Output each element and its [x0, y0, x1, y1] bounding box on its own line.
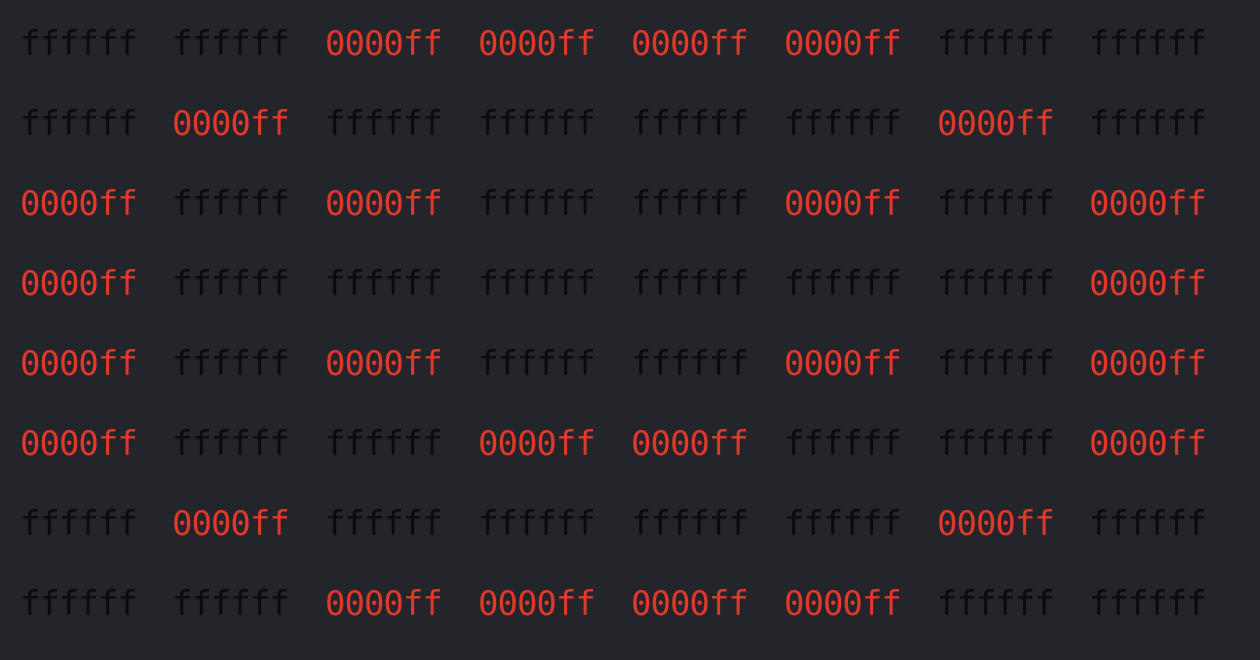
hex-cell: ffffff [1089, 104, 1207, 144]
hex-cell: ffffff [20, 104, 138, 144]
hex-cell: 0000ff [478, 424, 596, 464]
hex-cell: ffffff [937, 24, 1055, 64]
hex-cell: ffffff [478, 104, 596, 144]
hex-cell: 0000ff [631, 424, 749, 464]
hex-cell: ffffff [172, 424, 290, 464]
hex-cell: ffffff [631, 504, 749, 544]
hex-cell: ffffff [478, 184, 596, 224]
hex-cell: ffffff [20, 504, 138, 544]
hex-cell: ffffff [172, 344, 290, 384]
hex-cell: ffffff [784, 504, 902, 544]
hex-cell: ffffff [325, 104, 443, 144]
hex-cell: 0000ff [784, 184, 902, 224]
hex-cell: ffffff [172, 584, 290, 624]
hex-cell: 0000ff [20, 184, 138, 224]
hex-cell: ffffff [1089, 24, 1207, 64]
hex-cell: ffffff [478, 344, 596, 384]
hex-cell: 0000ff [937, 504, 1055, 544]
hex-cell: 0000ff [20, 424, 138, 464]
hex-cell: ffffff [172, 264, 290, 304]
hex-cell: 0000ff [325, 344, 443, 384]
hex-cell: 0000ff [172, 504, 290, 544]
hex-cell: ffffff [20, 24, 138, 64]
hex-cell: ffffff [937, 584, 1055, 624]
hex-cell: 0000ff [784, 24, 902, 64]
hex-cell: ffffff [631, 184, 749, 224]
hex-cell: 0000ff [784, 584, 902, 624]
hex-cell: 0000ff [20, 344, 138, 384]
hex-cell: 0000ff [20, 264, 138, 304]
hex-cell: ffffff [784, 104, 902, 144]
hex-cell: ffffff [631, 104, 749, 144]
hex-cell: 0000ff [325, 584, 443, 624]
hex-cell: ffffff [478, 504, 596, 544]
hex-cell: 0000ff [325, 24, 443, 64]
hex-cell: 0000ff [478, 24, 596, 64]
hex-cell: 0000ff [631, 24, 749, 64]
hex-cell: 0000ff [325, 184, 443, 224]
hex-cell: 0000ff [1089, 344, 1207, 384]
hex-cell: 0000ff [937, 104, 1055, 144]
hex-cell: ffffff [937, 264, 1055, 304]
hex-cell: ffffff [172, 24, 290, 64]
hex-cell: ffffff [631, 264, 749, 304]
hex-cell: ffffff [937, 424, 1055, 464]
hex-cell: ffffff [784, 264, 902, 304]
hex-cell: ffffff [784, 424, 902, 464]
hex-cell: ffffff [172, 184, 290, 224]
hex-cell: 0000ff [1089, 424, 1207, 464]
hex-cell: ffffff [1089, 504, 1207, 544]
hex-cell: ffffff [325, 424, 443, 464]
hex-cell: 0000ff [631, 584, 749, 624]
hex-cell: ffffff [20, 584, 138, 624]
hex-color-grid: ffffff ffffff 0000ff 0000ff 0000ff 0000ff ffff… [0, 0, 1260, 660]
hex-cell: ffffff [937, 344, 1055, 384]
hex-cell: 0000ff [784, 344, 902, 384]
hex-cell: ffffff [325, 264, 443, 304]
hex-cell: ffffff [937, 184, 1055, 224]
hex-cell: ffffff [325, 504, 443, 544]
hex-cell: ffffff [1089, 584, 1207, 624]
hex-cell: 0000ff [1089, 264, 1207, 304]
hex-cell: 0000ff [478, 584, 596, 624]
hex-cell: ffffff [631, 344, 749, 384]
hex-cell: ffffff [478, 264, 596, 304]
hex-cell: 0000ff [1089, 184, 1207, 224]
hex-cell: 0000ff [172, 104, 290, 144]
